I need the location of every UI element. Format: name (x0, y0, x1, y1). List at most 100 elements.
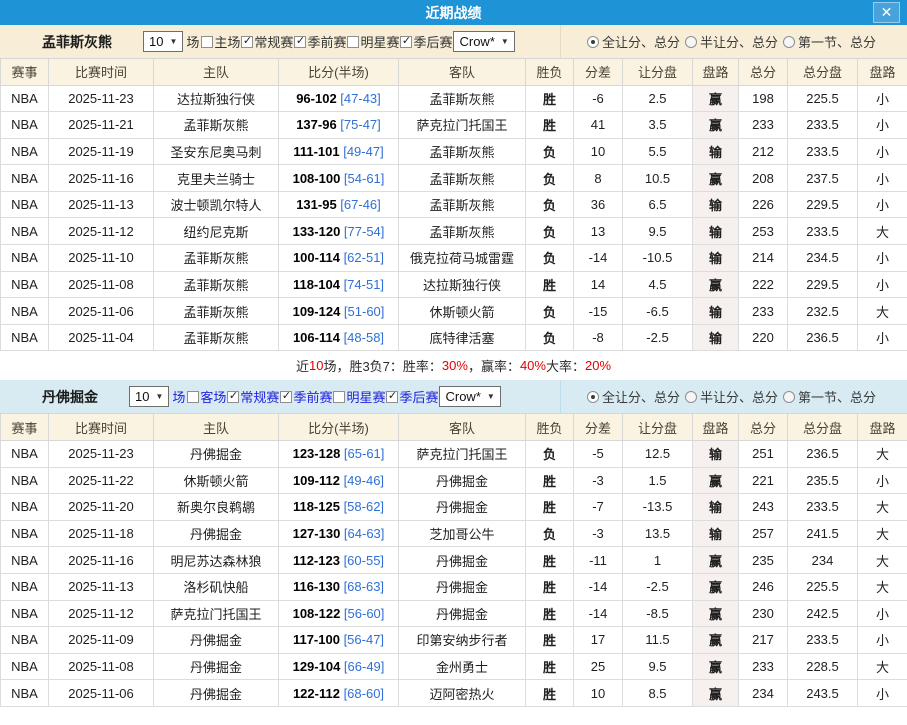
radio-icon (587, 391, 599, 403)
column-header: 盘路 (858, 59, 907, 86)
table-row: NBA2025-11-06孟菲斯灰熊109-124 [51-60]休斯顿火箭负-… (1, 298, 907, 325)
table-row: NBA2025-11-16克里夫兰骑士108-100 [54-61]孟菲斯灰熊负… (1, 165, 907, 192)
over-under-cell: 小 (858, 680, 907, 707)
over-under-cell: 小 (858, 191, 907, 218)
total-line-cell: 229.5 (788, 271, 858, 298)
checkbox-label: 季前赛 (293, 387, 332, 406)
league-cell: NBA (1, 324, 49, 351)
handicap-result-cell: 输 (693, 298, 739, 325)
date-cell: 2025-11-18 (49, 520, 154, 547)
close-button[interactable]: ✕ (873, 2, 900, 23)
final-score: 123-128 (293, 446, 341, 461)
filter-checkbox-4[interactable]: ✓季后赛 (385, 387, 438, 406)
total-points-cell: 243 (739, 494, 788, 521)
score-cell: 127-130 [64-63] (279, 520, 399, 547)
half-score: [48-58] (340, 330, 384, 345)
date-cell: 2025-11-23 (49, 440, 154, 467)
away-team-cell: 丹佛掘金 (399, 494, 526, 521)
half-score: [65-61] (340, 446, 384, 461)
league-cell: NBA (1, 440, 49, 467)
point-diff-cell: -15 (574, 298, 623, 325)
radio-option-0[interactable]: 全让分、总分 (587, 387, 680, 406)
dialog-titlebar: 近期战绩 ✕ (0, 0, 907, 25)
filter-checkbox-0[interactable]: 客场 (186, 387, 226, 406)
total-points-cell: 214 (739, 245, 788, 272)
handicap-cell: 6.5 (623, 191, 693, 218)
score-cell: 109-112 [49-46] (279, 467, 399, 494)
games-count-select[interactable]: 10▼ (129, 386, 169, 407)
point-diff-cell: -8 (574, 324, 623, 351)
handicap-cell: 12.5 (623, 440, 693, 467)
filter-checkbox-2[interactable]: ✓季前赛 (279, 387, 332, 406)
handicap-cell: 1.5 (623, 467, 693, 494)
total-line-cell: 233.5 (788, 627, 858, 654)
column-header: 总分盘 (788, 59, 858, 86)
handicap-cell: 8.5 (623, 680, 693, 707)
checkbox-label: 明星赛 (360, 32, 399, 51)
radio-option-1[interactable]: 半让分、总分 (685, 387, 778, 406)
handicap-result-cell: 赢 (693, 600, 739, 627)
result-cell: 负 (526, 218, 574, 245)
result-cell: 负 (526, 245, 574, 272)
filter-checkbox-1[interactable]: ✓常规赛 (226, 387, 279, 406)
league-cell: NBA (1, 627, 49, 654)
handicap-cell: 11.5 (623, 627, 693, 654)
filter-bar: 丹佛掘金10▼场客场✓常规赛✓季前赛明星赛✓季后赛Crow*▼全让分、总分半让分… (0, 380, 907, 413)
radio-option-1[interactable]: 半让分、总分 (685, 32, 778, 51)
filter-checkbox-2[interactable]: ✓季前赛 (293, 32, 346, 51)
half-score: [51-60] (340, 304, 384, 319)
filter-checkbox-1[interactable]: ✓常规赛 (240, 32, 293, 51)
checkbox-icon: ✓ (241, 36, 253, 48)
handicap-cell: 9.5 (623, 218, 693, 245)
result-cell: 负 (526, 138, 574, 165)
total-line-cell: 233.5 (788, 112, 858, 139)
handicap-result-cell: 赢 (693, 271, 739, 298)
total-points-cell: 220 (739, 324, 788, 351)
score-cell: 100-114 [62-51] (279, 245, 399, 272)
handicap-result-cell: 输 (693, 245, 739, 272)
handicap-cell: 3.5 (623, 112, 693, 139)
team-name: 孟菲斯灰熊 (42, 32, 112, 52)
handicap-cell: -6.5 (623, 298, 693, 325)
handicap-result-cell: 输 (693, 440, 739, 467)
radio-option-2[interactable]: 第一节、总分 (783, 32, 876, 51)
final-score: 118-125 (293, 499, 340, 514)
handicap-cell: 10.5 (623, 165, 693, 192)
handicap-result-cell: 输 (693, 218, 739, 245)
bookmaker-select[interactable]: Crow*▼ (439, 386, 500, 407)
table-row: NBA2025-11-22休斯顿火箭109-112 [49-46]丹佛掘金胜-3… (1, 467, 907, 494)
handicap-cell: -8.5 (623, 600, 693, 627)
league-cell: NBA (1, 494, 49, 521)
league-cell: NBA (1, 245, 49, 272)
column-header: 比分(半场) (279, 59, 399, 86)
away-team-cell: 丹佛掘金 (399, 600, 526, 627)
score-cell: 129-104 [66-49] (279, 653, 399, 680)
over-under-cell: 小 (858, 138, 907, 165)
bookmaker-value: Crow* (459, 34, 494, 49)
handicap-cell: 13.5 (623, 520, 693, 547)
radio-option-0[interactable]: 全让分、总分 (587, 32, 680, 51)
filter-checkbox-3[interactable]: 明星赛 (332, 387, 385, 406)
summary-text: 近 (296, 356, 309, 375)
away-team-cell: 迈阿密热火 (399, 680, 526, 707)
table-row: NBA2025-11-12萨克拉门托国王108-122 [56-60]丹佛掘金胜… (1, 600, 907, 627)
home-team-cell: 洛杉矶快船 (154, 573, 279, 600)
team-name: 丹佛掘金 (42, 387, 98, 407)
filter-checkbox-4[interactable]: ✓季后赛 (399, 32, 452, 51)
bookmaker-select[interactable]: Crow*▼ (453, 31, 514, 52)
half-score: [47-43] (337, 91, 381, 106)
filter-checkbox-0[interactable]: 主场 (200, 32, 240, 51)
games-count-select[interactable]: 10▼ (143, 31, 183, 52)
handicap-result-cell: 赢 (693, 680, 739, 707)
column-header: 总分盘 (788, 414, 858, 441)
away-team-cell: 印第安纳步行者 (399, 627, 526, 654)
half-score: [66-49] (340, 659, 384, 674)
filter-checkbox-3[interactable]: 明星赛 (346, 32, 399, 51)
radio-option-2[interactable]: 第一节、总分 (783, 387, 876, 406)
radio-label: 全让分、总分 (602, 387, 680, 406)
home-team-cell: 休斯顿火箭 (154, 467, 279, 494)
recent-results-dialog: 近期战绩 ✕ 孟菲斯灰熊10▼场主场✓常规赛✓季前赛明星赛✓季后赛Crow*▼全… (0, 0, 907, 707)
league-cell: NBA (1, 547, 49, 574)
total-line-cell: 233.5 (788, 494, 858, 521)
score-cell: 96-102 [47-43] (279, 85, 399, 112)
